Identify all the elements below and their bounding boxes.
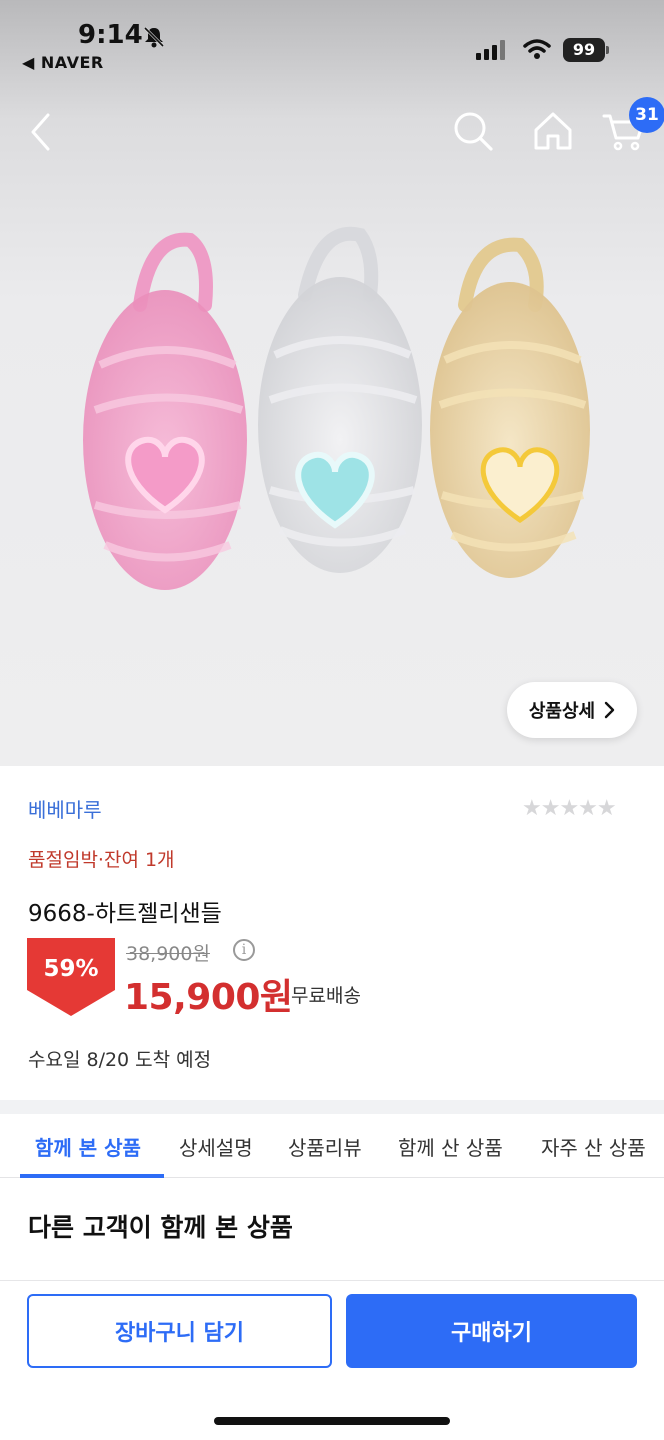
- wifi-icon: [523, 39, 551, 59]
- section-title: 다른 고객이 함께 본 상품: [28, 1213, 293, 1242]
- chevron-right-icon: [604, 701, 615, 719]
- shipping-info: 무료배송: [291, 985, 361, 1007]
- search-icon[interactable]: [452, 110, 494, 152]
- product-name: 9668-하트젤리샌들: [28, 901, 222, 927]
- section-divider: [0, 1100, 664, 1114]
- detail-tabs: 함께 본 상품 상세설명 상품리뷰 함께 산 상품 자주 산 상품: [0, 1114, 664, 1178]
- home-indicator[interactable]: [214, 1417, 450, 1425]
- home-icon[interactable]: [532, 110, 574, 152]
- clear-sandal: [258, 226, 422, 573]
- cellular-signal-icon: [476, 40, 505, 60]
- product-detail-button[interactable]: 상품상세: [507, 682, 637, 738]
- gold-sandal: [430, 237, 590, 578]
- rating-stars[interactable]: ★★★★★: [522, 796, 617, 821]
- arrival-estimate: 수요일 8/20 도착 예정: [28, 1049, 212, 1071]
- stock-notice: 품절임박·잔여 1개: [28, 849, 175, 871]
- tab-frequently-bought[interactable]: 자주 산 상품: [541, 1132, 646, 1161]
- active-tab-indicator: [20, 1174, 164, 1178]
- info-icon[interactable]: i: [233, 939, 255, 961]
- product-info: 베베마루 ★★★★★ 품절임박·잔여 1개 9668-하트젤리샌들 59% 38…: [0, 766, 664, 1100]
- brand-link[interactable]: 베베마루: [28, 794, 102, 823]
- tab-bought-together[interactable]: 함께 산 상품: [398, 1132, 503, 1161]
- pink-sandal: [83, 232, 247, 590]
- product-image-area[interactable]: 9:14 ◀ NAVER 99 31 상품상세: [0, 0, 664, 766]
- original-price: 38,900원: [126, 943, 210, 965]
- tab-description[interactable]: 상세설명: [179, 1132, 253, 1161]
- buy-now-button[interactable]: 구매하기: [346, 1294, 637, 1368]
- back-to-app-link[interactable]: ◀ NAVER: [22, 53, 104, 72]
- sale-price: 15,900원: [124, 977, 293, 1018]
- tab-reviews[interactable]: 상품리뷰: [288, 1132, 362, 1161]
- battery-tip: [606, 46, 609, 54]
- status-bar: 9:14 ◀ NAVER 99: [0, 0, 664, 100]
- tab-viewed-together[interactable]: 함께 본 상품: [35, 1132, 141, 1161]
- add-to-cart-button[interactable]: 장바구니 담기: [27, 1294, 332, 1368]
- bell-muted-icon: [143, 26, 165, 48]
- product-detail-label: 상품상세: [528, 701, 596, 722]
- back-arrow-icon[interactable]: [28, 112, 52, 152]
- cart-count-badge: 31: [629, 97, 664, 133]
- battery-indicator: 99: [563, 38, 605, 62]
- top-nav-bar: [0, 100, 664, 164]
- discount-rate: 59%: [43, 956, 99, 982]
- product-photo[interactable]: [80, 225, 600, 595]
- status-time: 9:14: [78, 20, 143, 50]
